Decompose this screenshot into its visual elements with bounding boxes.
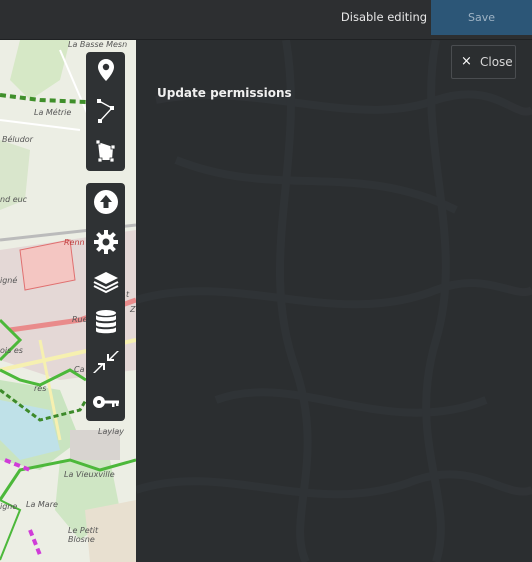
map-label: Ca [74,365,85,374]
map-label: Z [130,305,136,314]
map-label: Laylay [98,427,124,436]
map-label: La Basse Mesn [68,40,128,49]
side-panel [136,40,532,562]
close-icon: × [461,54,472,69]
upload-icon[interactable] [86,184,125,220]
collapse-arrows-icon[interactable] [86,344,125,380]
map-label: ois es [0,346,23,355]
map-label: igne [0,502,18,511]
map-label: Béludor [2,135,33,144]
polyline-icon[interactable] [86,93,125,129]
settings-toolbar [86,183,125,421]
close-label: Close [480,55,513,69]
map-label: res [34,384,47,393]
map-label: La Vieuxville [64,470,115,479]
gear-icon[interactable] [86,224,125,260]
map-label: igné [0,276,18,285]
map-label: t [126,290,130,299]
key-icon[interactable] [86,384,125,420]
disable-editing-button[interactable]: Disable editing [338,0,430,35]
map-label: Le Petit Blosne [68,526,99,544]
marker-icon[interactable] [86,52,125,88]
save-button[interactable]: Save [431,0,532,35]
panel-background-pattern [136,40,532,562]
close-button[interactable]: × Close [451,45,516,79]
map-label: La Métrie [34,108,72,117]
top-bar: Disable editing Save [0,0,532,40]
map-label: Renn [64,238,85,247]
panel-title: Update permissions [157,86,292,100]
polygon-icon[interactable] [86,133,125,169]
map-label: nd euc [0,195,28,204]
layers-icon[interactable] [86,264,125,300]
draw-toolbar [86,52,125,171]
map-label: La Mare [26,500,58,509]
database-icon[interactable] [86,304,125,340]
